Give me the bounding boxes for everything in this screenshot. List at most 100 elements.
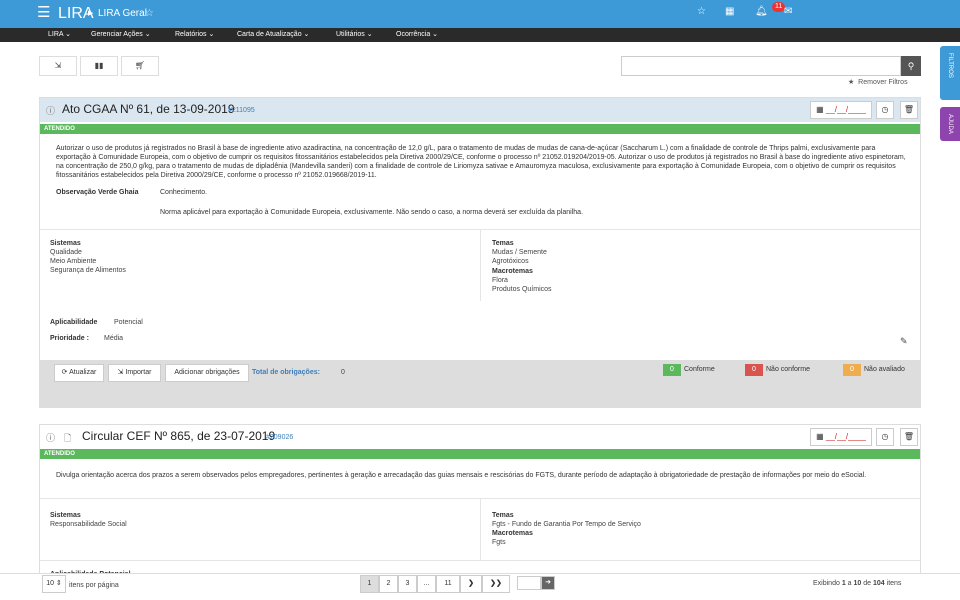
remove-filters-label: Remover Filtros bbox=[858, 79, 908, 86]
per-page-value: 10 bbox=[46, 580, 54, 587]
sistemas-label: Sistemas bbox=[50, 512, 81, 519]
page-1[interactable]: 1 bbox=[360, 575, 379, 593]
go-arrow-button[interactable]: ➜ bbox=[541, 576, 555, 590]
import-button[interactable]: ⇲ Importar bbox=[108, 364, 161, 382]
status-badge: ATENDIDO bbox=[40, 124, 920, 134]
export-button[interactable]: ⇲ bbox=[39, 56, 77, 76]
summary-prefix: Exibindo bbox=[813, 580, 840, 587]
nav-ocorrencia[interactable]: Ocorrência ⌄ bbox=[396, 30, 438, 40]
star-icon: ★ bbox=[848, 79, 855, 86]
star-icon[interactable]: ☆ bbox=[697, 6, 706, 17]
range-to: 10 bbox=[853, 580, 862, 587]
page-11[interactable]: 11 bbox=[436, 575, 460, 593]
summary-suffix: itens bbox=[886, 580, 902, 587]
remove-filters-link[interactable]: ★ Remover Filtros bbox=[848, 78, 908, 86]
delete-button[interactable]: 🗑︎ bbox=[900, 428, 918, 446]
page-ellipsis: ... bbox=[417, 575, 436, 593]
nao-avaliado-count[interactable]: 0 bbox=[843, 364, 861, 376]
priority-value: Média bbox=[104, 335, 124, 342]
go-to-page-input[interactable] bbox=[517, 576, 541, 590]
card-id[interactable]: #209026 bbox=[266, 434, 293, 441]
main-nav: LIRA ⌄ Gerenciar Ações ⌄ Relatórios ⌄ Ca… bbox=[0, 28, 960, 42]
macrotemas-label: Macrotemas bbox=[492, 268, 533, 275]
temas-label: Temas bbox=[492, 512, 514, 519]
column-divider bbox=[480, 498, 481, 560]
norm-description: Autorizar o uso de produtos já registrad… bbox=[56, 145, 906, 179]
sistema-item: Meio Ambiente bbox=[50, 258, 97, 265]
chart-button[interactable]: ▮▮ bbox=[80, 56, 118, 76]
applicability-label: Aplicabilidade bbox=[50, 319, 98, 326]
calendar-icon[interactable]: ▦ bbox=[725, 6, 734, 17]
page-3[interactable]: 3 bbox=[398, 575, 417, 593]
update-label: Atualizar bbox=[69, 369, 97, 376]
conforme-label: Conforme bbox=[684, 366, 715, 373]
observation-label: Observação Verde Ghaia bbox=[56, 189, 139, 196]
calendar-icon: ▦ bbox=[816, 105, 824, 114]
sistemas-label: Sistemas bbox=[50, 240, 81, 247]
nav-lira[interactable]: LIRA ⌄ bbox=[48, 30, 71, 40]
macrotema-item: Fgts bbox=[492, 539, 506, 546]
card-header: ⓘ Ato CGAA Nº 61, de 13-09-2019 #211095 … bbox=[40, 98, 920, 122]
clock-button[interactable]: ◷ bbox=[876, 428, 894, 446]
observation-value: Conhecimento. bbox=[160, 189, 208, 196]
date-field[interactable]: ▦ __/__/____ bbox=[810, 428, 872, 446]
import-icon: ⇲ bbox=[117, 369, 124, 376]
info-icon[interactable]: ⓘ bbox=[46, 431, 55, 444]
nao-conforme-count[interactable]: 0 bbox=[745, 364, 763, 376]
applicability-value: Potencial bbox=[114, 319, 143, 326]
nav-gerenciar-acoes[interactable]: Gerenciar Ações ⌄ bbox=[91, 30, 151, 40]
conforme-count[interactable]: 0 bbox=[663, 364, 681, 376]
status-badge: ATENDIDO bbox=[40, 449, 920, 459]
results-summary: Exibindo 1 a 10 de 104 itens bbox=[813, 580, 902, 587]
temas-label: Temas bbox=[492, 240, 514, 247]
norm-description: Divulga orientação acerca dos prazos a s… bbox=[56, 472, 867, 479]
top-bar: ☰ LIRA ▶ LIRA Geral ☆ ☆ ▦ 🔔︎ 11 ✉ bbox=[0, 0, 960, 28]
range-from: 1 bbox=[841, 580, 846, 587]
calendar-icon: ▦ bbox=[816, 432, 824, 441]
column-divider bbox=[480, 229, 481, 301]
nav-relatorios[interactable]: Relatórios ⌄ bbox=[175, 30, 214, 40]
date-value: __/__/____ bbox=[825, 432, 866, 441]
total-obligations-label: Total de obrigações: bbox=[252, 369, 320, 376]
edit-pencil-icon[interactable]: ✎ bbox=[900, 336, 908, 347]
info-icon[interactable]: ⓘ bbox=[46, 104, 55, 117]
nav-carta-atualizacao[interactable]: Carta de Atualização ⌄ bbox=[237, 30, 309, 40]
norm-card: ⓘ Ato CGAA Nº 61, de 13-09-2019 #211095 … bbox=[39, 97, 921, 408]
per-page-select[interactable]: 10 ⇕ bbox=[42, 575, 66, 593]
per-page-label: itens por página bbox=[69, 582, 119, 589]
filters-tab-label: FILTROS bbox=[947, 53, 953, 78]
hamburger-menu-icon[interactable]: ☰ bbox=[37, 4, 50, 22]
card-header: ⓘ 🗋 Circular CEF Nº 865, de 23-07-2019 #… bbox=[40, 425, 920, 449]
mail-icon[interactable]: ✉ bbox=[784, 6, 792, 17]
bell-icon[interactable]: 🔔︎ bbox=[755, 6, 768, 17]
document-icon[interactable]: 🗋 bbox=[64, 431, 71, 447]
cart-button[interactable]: 🛒︎ bbox=[121, 56, 159, 76]
delete-button[interactable]: 🗑︎ bbox=[900, 101, 918, 119]
norm-card: ⓘ 🗋 Circular CEF Nº 865, de 23-07-2019 #… bbox=[39, 424, 921, 574]
add-obligations-button[interactable]: Adicionar obrigações bbox=[165, 364, 249, 382]
help-tab-label: AJUDA bbox=[947, 114, 953, 134]
card-title[interactable]: Ato CGAA Nº 61, de 13-09-2019 bbox=[62, 102, 235, 116]
search-icon[interactable]: ⚲ bbox=[901, 56, 921, 76]
next-page-button[interactable]: ❯ bbox=[460, 575, 482, 593]
help-tab[interactable]: AJUDA bbox=[940, 107, 960, 141]
favorite-star-icon[interactable]: ☆ bbox=[145, 8, 154, 19]
last-page-button[interactable]: ❯❯ bbox=[482, 575, 510, 593]
card-id[interactable]: #211095 bbox=[228, 107, 255, 114]
breadcrumb-arrow-icon: ▶ bbox=[88, 10, 94, 17]
update-button[interactable]: ⟳ Atualizar bbox=[54, 364, 104, 382]
clock-button[interactable]: ◷ bbox=[876, 101, 894, 119]
breadcrumb[interactable]: LIRA Geral bbox=[98, 8, 147, 19]
card-title[interactable]: Circular CEF Nº 865, de 23-07-2019 bbox=[82, 429, 275, 443]
nao-conforme-label: Não conforme bbox=[766, 366, 810, 373]
page-2[interactable]: 2 bbox=[379, 575, 398, 593]
nao-avaliado-label: Não avaliado bbox=[864, 366, 905, 373]
import-label: Importar bbox=[125, 369, 152, 376]
search-input[interactable] bbox=[621, 56, 901, 76]
priority-label: Prioridade : bbox=[50, 335, 89, 342]
tema-item: Mudas / Semente bbox=[492, 249, 547, 256]
nav-utilitarios[interactable]: Utilitários ⌄ bbox=[336, 30, 373, 40]
macrotema-item: Produtos Químicos bbox=[492, 286, 552, 293]
date-field[interactable]: ▦ __/__/____ bbox=[810, 101, 872, 119]
filters-tab[interactable]: FILTROS bbox=[940, 46, 960, 100]
